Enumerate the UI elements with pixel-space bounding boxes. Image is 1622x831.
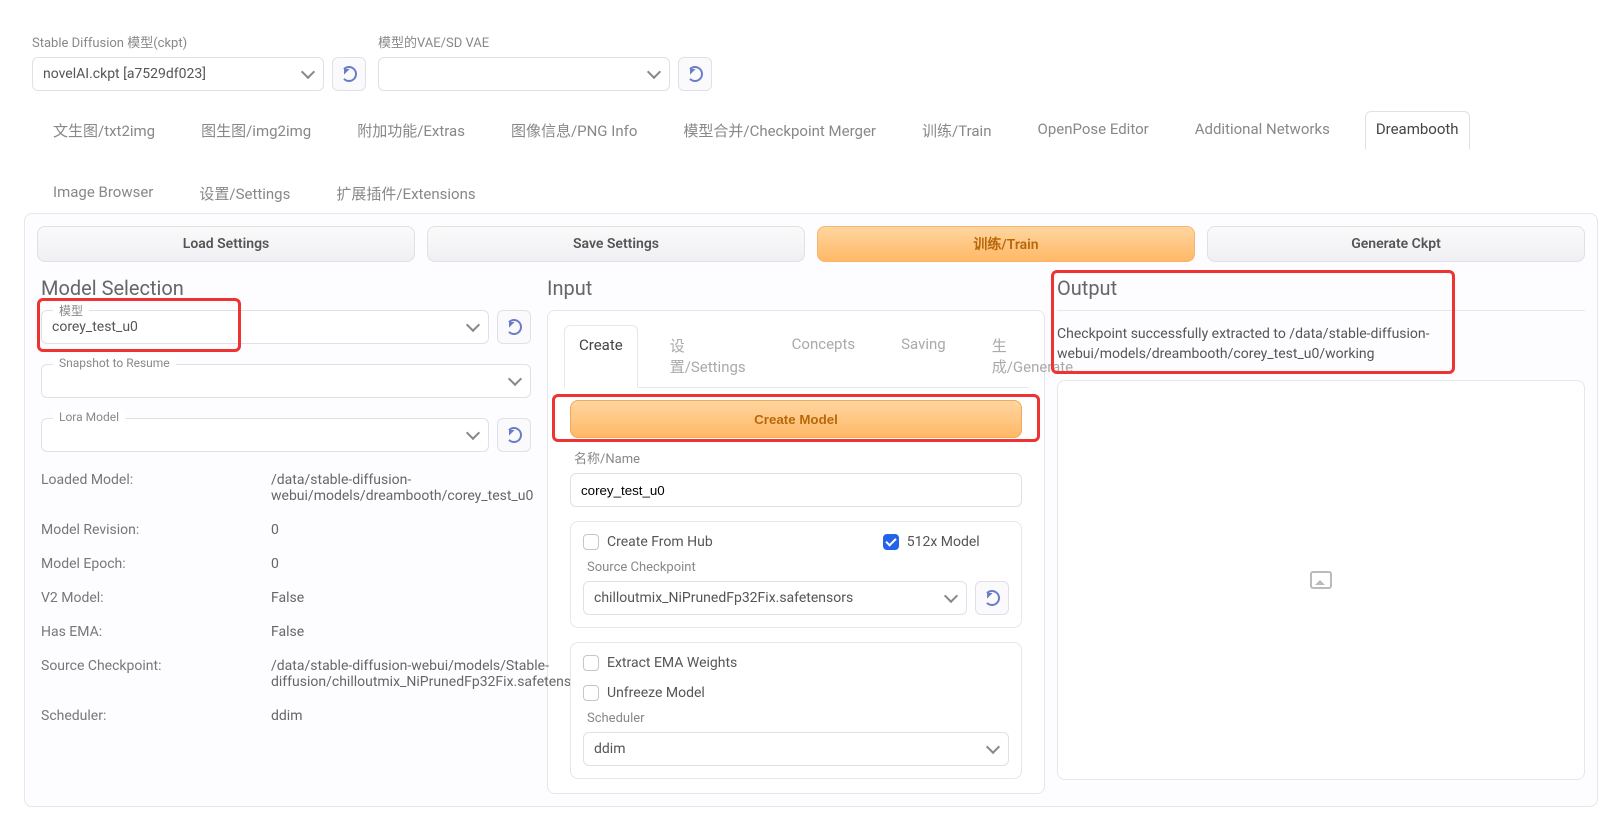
scheduler-label: Scheduler <box>587 711 1009 726</box>
info-value: 0 <box>271 522 571 538</box>
vae-label: 模型的VAE/SD VAE <box>378 32 712 51</box>
chevron-down-icon <box>986 740 1000 754</box>
chevron-down-icon <box>508 372 522 386</box>
tab--extensions[interactable]: 扩展插件/Extensions <box>325 174 486 213</box>
refresh-vae-button[interactable] <box>678 57 712 91</box>
subtab-create[interactable]: Create <box>564 325 638 388</box>
extract-ema-checkbox[interactable]: Extract EMA Weights <box>583 655 1009 671</box>
info-value: False <box>271 624 571 640</box>
info-value: False <box>271 590 571 606</box>
generate-ckpt-button[interactable]: Generate Ckpt <box>1207 226 1585 262</box>
train-button[interactable]: 训练/Train <box>817 226 1195 262</box>
scheduler-select[interactable]: ddim <box>583 732 1009 766</box>
chevron-down-icon <box>944 589 958 603</box>
vae-select[interactable] <box>378 57 670 91</box>
chevron-down-icon <box>466 426 480 440</box>
model-select[interactable]: corey_test_u0 <box>41 310 489 344</box>
refresh-icon <box>506 427 522 443</box>
refresh-model-button[interactable] <box>497 310 531 344</box>
chevron-down-icon <box>301 65 315 79</box>
unfreeze-checkbox[interactable]: Unfreeze Model <box>583 685 1009 701</box>
subtab-saving[interactable]: Saving <box>887 325 960 387</box>
name-label: 名称/Name <box>574 448 1022 467</box>
refresh-icon <box>687 66 703 82</box>
tab--txt2img[interactable]: 文生图/txt2img <box>42 111 166 150</box>
tab--extras[interactable]: 附加功能/Extras <box>346 111 476 150</box>
model-select-value: corey_test_u0 <box>52 319 138 335</box>
info-key: Loaded Model: <box>41 472 271 504</box>
output-message: Checkpoint successfully extracted to /da… <box>1057 325 1585 364</box>
sd-model-value: novelAI.ckpt [a7529df023] <box>43 66 206 82</box>
refresh-icon <box>341 66 357 82</box>
refresh-icon <box>984 590 1000 606</box>
model-512-checkbox[interactable]: 512x Model <box>883 534 980 550</box>
tab--img2img[interactable]: 图生图/img2img <box>190 111 322 150</box>
chevron-down-icon <box>466 318 480 332</box>
refresh-source-ckpt-button[interactable] <box>975 581 1009 615</box>
info-key: Has EMA: <box>41 624 271 640</box>
tab-dreambooth[interactable]: Dreambooth <box>1365 111 1470 150</box>
save-settings-button[interactable]: Save Settings <box>427 226 805 262</box>
chevron-down-icon <box>647 65 661 79</box>
tab--checkpoint-merger[interactable]: 模型合并/Checkpoint Merger <box>672 111 887 150</box>
info-value: /data/stable-diffusion-webui/models/drea… <box>271 472 571 504</box>
tab--train[interactable]: 训练/Train <box>911 111 1002 150</box>
output-image-placeholder <box>1057 380 1585 780</box>
create-model-button[interactable]: Create Model <box>570 400 1022 438</box>
refresh-sd-model-button[interactable] <box>332 57 366 91</box>
info-key: Source Checkpoint: <box>41 658 271 690</box>
name-input[interactable] <box>570 473 1022 507</box>
image-icon <box>1310 571 1332 589</box>
model-field-label: 模型 <box>53 302 89 319</box>
snapshot-label: Snapshot to Resume <box>53 356 176 370</box>
load-settings-button[interactable]: Load Settings <box>37 226 415 262</box>
sd-model-label: Stable Diffusion 模型(ckpt) <box>32 32 366 51</box>
info-value: 0 <box>271 556 571 572</box>
tab-image-browser[interactable]: Image Browser <box>42 174 164 213</box>
lora-label: Lora Model <box>53 410 125 424</box>
tab-additional-networks[interactable]: Additional Networks <box>1184 111 1341 150</box>
tab-openpose-editor[interactable]: OpenPose Editor <box>1027 111 1160 150</box>
info-key: V2 Model: <box>41 590 271 606</box>
create-from-hub-checkbox[interactable]: Create From Hub <box>583 534 713 550</box>
info-key: Model Revision: <box>41 522 271 538</box>
sd-model-select[interactable]: novelAI.ckpt [a7529df023] <box>32 57 324 91</box>
tab--png-info[interactable]: 图像信息/PNG Info <box>500 111 648 150</box>
info-value: ddim <box>271 708 571 724</box>
output-title: Output <box>1057 276 1585 300</box>
info-key: Scheduler: <box>41 708 271 724</box>
input-title: Input <box>547 276 1045 300</box>
source-ckpt-select[interactable]: chilloutmix_NiPrunedFp32Fix.safetensors <box>583 581 967 615</box>
refresh-icon <box>506 319 522 335</box>
refresh-lora-button[interactable] <box>497 418 531 452</box>
info-key: Model Epoch: <box>41 556 271 572</box>
model-selection-title: Model Selection <box>41 276 531 300</box>
subtab-concepts[interactable]: Concepts <box>778 325 869 387</box>
source-ckpt-label: Source Checkpoint <box>587 560 1009 575</box>
tab--settings[interactable]: 设置/Settings <box>188 174 301 213</box>
info-value: /data/stable-diffusion-webui/models/Stab… <box>271 658 571 690</box>
subtab--settings[interactable]: 设置/Settings <box>656 325 760 387</box>
